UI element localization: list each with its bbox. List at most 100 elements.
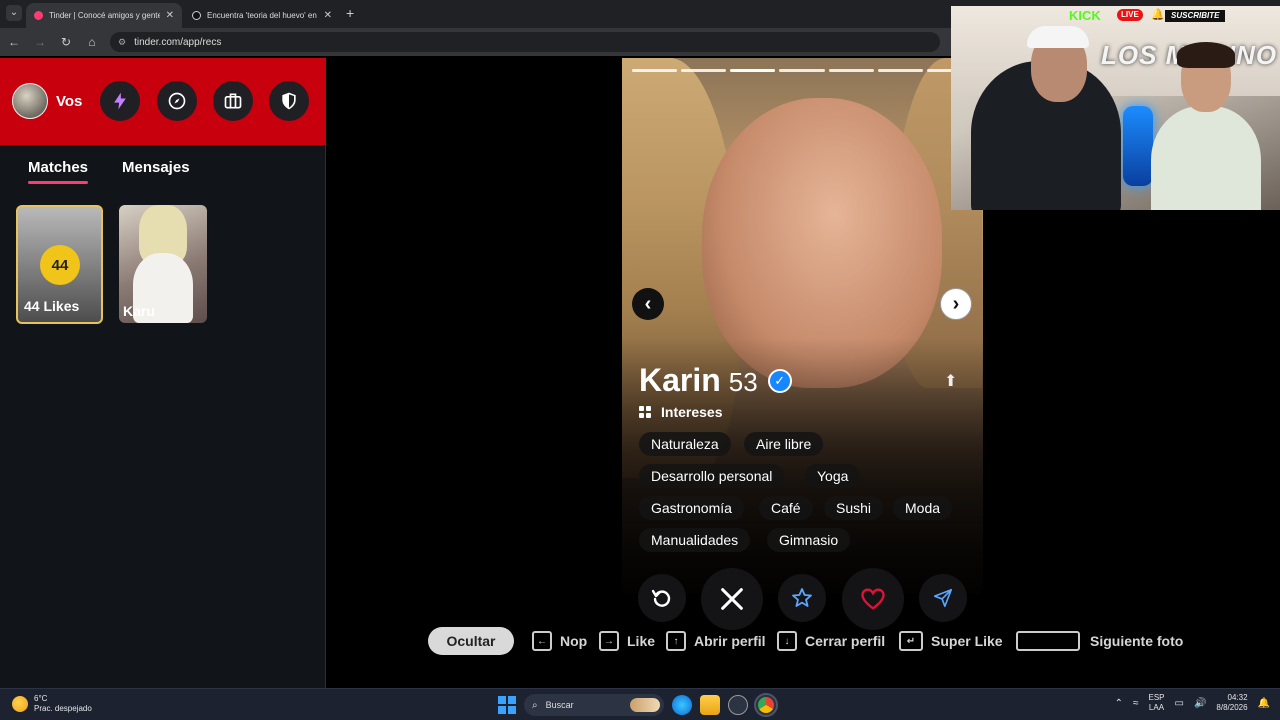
left-arrow-key-icon: ← xyxy=(532,631,552,651)
weather-widget[interactable]: 6°C Prac. despejado xyxy=(12,694,92,714)
open-profile-arrow-icon[interactable]: ⬆ xyxy=(944,371,957,391)
chrome-icon[interactable] xyxy=(754,693,778,717)
likes-card[interactable]: 44 44 Likes xyxy=(16,205,103,324)
interests-icon xyxy=(639,406,651,418)
photo-progress-segment xyxy=(681,69,727,72)
streamer-left-cap xyxy=(1027,26,1089,48)
avatar[interactable] xyxy=(12,83,48,119)
clock[interactable]: 04:32 8/8/2026 xyxy=(1216,693,1247,713)
close-tab-icon[interactable]: ✕ xyxy=(324,10,332,21)
system-tray: ⌃ ≈ ESP LAA ▭ 🔊 04:32 8/8/2026 🔔 xyxy=(1115,693,1270,713)
lightning-icon xyxy=(114,92,126,110)
notification-bell-icon[interactable]: 🔔 xyxy=(1258,698,1270,709)
search-highlight-art xyxy=(630,698,660,712)
next-photo-button[interactable]: › xyxy=(940,288,972,320)
site-info-icon[interactable]: ⚙ xyxy=(118,37,126,48)
boost-send-button[interactable] xyxy=(919,574,967,622)
back-arrow-icon[interactable]: ← xyxy=(2,35,26,49)
windows-taskbar: 6°C Prac. despejado ⌕ Buscar ⌃ ≈ ESP LAA… xyxy=(0,688,1280,720)
streamer-right xyxy=(1151,106,1261,210)
language-indicator[interactable]: ESP LAA xyxy=(1148,693,1164,713)
profile-name-row: Karin 53 ✓ xyxy=(639,362,792,399)
interest-chip: Yoga xyxy=(805,464,861,488)
edge-icon[interactable] xyxy=(672,695,692,715)
tab-search-chevron-icon[interactable]: ⌄ xyxy=(6,5,22,21)
previous-photo-button[interactable]: ‹ xyxy=(632,288,664,320)
file-explorer-icon[interactable] xyxy=(700,695,720,715)
interests-header: Intereses xyxy=(639,404,722,420)
lang-top: ESP xyxy=(1148,693,1165,702)
tab-messages[interactable]: Mensajes xyxy=(122,159,190,176)
close-tab-icon[interactable]: ✕ xyxy=(166,10,174,21)
interest-chip: Naturaleza xyxy=(639,432,731,456)
live-badge: LIVE xyxy=(1117,9,1143,21)
kick-logo: KICK xyxy=(1069,8,1101,23)
sidebar: Vos Matches Mensajes 44 44 Likes Karu xyxy=(0,58,326,688)
work-mode-button[interactable] xyxy=(213,81,253,121)
chevron-up-icon[interactable]: ⌃ xyxy=(1115,698,1123,709)
nope-button[interactable] xyxy=(701,568,763,630)
photo-progress-bar xyxy=(632,69,972,72)
display-icon[interactable]: ▭ xyxy=(1175,698,1184,709)
action-bar xyxy=(622,568,983,630)
interest-chip: Sushi xyxy=(824,496,884,520)
taskbar-search[interactable]: ⌕ Buscar xyxy=(524,694,664,716)
hint-nope: ← Nop xyxy=(532,631,587,651)
obs-icon[interactable] xyxy=(728,695,748,715)
boost-button[interactable] xyxy=(100,81,140,121)
subscribe-badge: SUSCRIBITE xyxy=(1165,10,1226,22)
volume-icon[interactable]: 🔊 xyxy=(1194,698,1206,709)
safety-button[interactable] xyxy=(269,81,309,121)
photo-progress-segment xyxy=(779,69,825,72)
briefcase-icon xyxy=(224,93,242,109)
hint-label: Super Like xyxy=(931,633,1003,649)
photo-progress-segment xyxy=(877,69,923,72)
tab-tiktok[interactable]: Encuentra 'teoria del huevo' en ✕ xyxy=(184,3,340,28)
explore-button[interactable] xyxy=(157,81,197,121)
clock-date: 8/8/2026 xyxy=(1216,703,1248,712)
weather-temp: 6°C xyxy=(34,694,48,703)
home-icon[interactable]: ⌂ xyxy=(80,35,104,49)
likes-label: 44 Likes xyxy=(24,298,80,314)
hide-hints-button[interactable]: Ocultar xyxy=(428,627,514,655)
interest-chip: Manualidades xyxy=(639,528,751,552)
rewind-button[interactable] xyxy=(638,574,686,622)
profile-label[interactable]: Vos xyxy=(56,93,82,110)
lang-bottom: LAA xyxy=(1148,703,1165,712)
super-like-button[interactable] xyxy=(778,574,826,622)
tab-tinder[interactable]: Tinder | Conocé amigos y gente ✕ xyxy=(26,3,182,28)
reload-icon[interactable]: ↻ xyxy=(54,35,78,49)
interest-chip: Café xyxy=(759,496,813,520)
rewind-icon xyxy=(651,589,671,607)
hint-super-like: ↵ Super Like xyxy=(899,631,1003,651)
profile-age: 53 xyxy=(728,367,758,397)
enter-key-icon: ↵ xyxy=(899,631,923,651)
hint-label: Like xyxy=(627,633,656,649)
tab-title: Encuentra 'teoria del huevo' en xyxy=(207,11,317,20)
webcam-overlay: LOS MARINO KICK LIVE 🔔 SUSCRIBITE xyxy=(951,6,1280,210)
forward-arrow-icon[interactable]: → xyxy=(28,35,52,49)
clock-time: 04:32 xyxy=(1227,693,1248,702)
network-icon[interactable]: ≈ xyxy=(1133,698,1139,709)
interest-chip: Moda xyxy=(893,496,953,520)
search-icon: ⌕ xyxy=(532,699,538,711)
address-bar[interactable]: ⚙ tinder.com/app/recs xyxy=(110,32,940,52)
hint-label: Abrir perfil xyxy=(694,633,766,649)
weather-desc: Prac. despejado xyxy=(34,704,92,713)
like-button[interactable] xyxy=(842,568,904,630)
search-placeholder: Buscar xyxy=(545,700,574,710)
like-icon xyxy=(861,588,885,610)
windows-start-icon[interactable] xyxy=(498,696,516,714)
tab-matches[interactable]: Matches xyxy=(28,159,89,184)
super-like-icon xyxy=(792,588,812,607)
taskbar-apps: ⌕ Buscar xyxy=(498,693,778,717)
hint-open-profile: ↑ Abrir perfil xyxy=(666,631,766,651)
hint-close-profile: ↓ Cerrar perfil xyxy=(777,631,885,651)
new-tab-plus-icon[interactable]: + xyxy=(346,5,354,21)
shield-icon xyxy=(282,92,296,110)
hint-label: Cerrar perfil xyxy=(805,633,886,649)
nope-icon xyxy=(721,588,743,610)
match-card[interactable]: Karu xyxy=(119,205,207,323)
hint-like: → Like xyxy=(599,631,655,651)
weather-sun-icon xyxy=(12,696,28,712)
